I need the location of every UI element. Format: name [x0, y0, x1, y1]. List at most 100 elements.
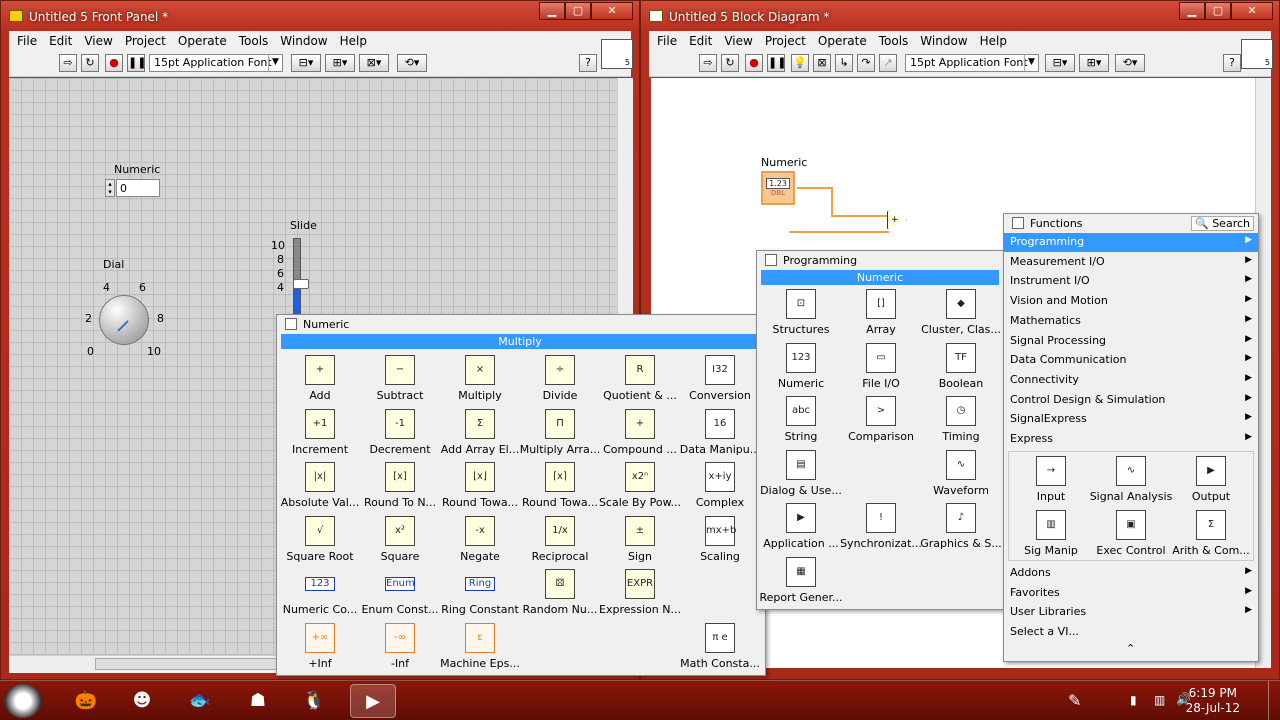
search-button[interactable]: 🔍 Search: [1191, 216, 1254, 231]
numeric-palette-item[interactable]: ± Sign: [600, 514, 680, 568]
start-button-icon[interactable]: [4, 684, 42, 718]
vi-icon[interactable]: 5: [601, 39, 633, 69]
pause-icon[interactable]: ❚❚: [127, 54, 146, 72]
menu-help[interactable]: Help: [334, 34, 373, 48]
close-button[interactable]: ✕: [1231, 2, 1273, 20]
menu-operate[interactable]: Operate: [812, 34, 873, 48]
menu-window[interactable]: Window: [914, 34, 973, 48]
numeric-palette-item[interactable]: ⌊x⌋ Round Towa...: [440, 460, 520, 514]
programming-palette-item[interactable]: ▭ File I/O: [841, 341, 921, 395]
functions-category-item[interactable]: Measurement I/O ▶: [1004, 253, 1258, 272]
slide-track[interactable]: [293, 238, 301, 318]
numeric-palette-item[interactable]: π e Math Consta...: [680, 621, 760, 675]
functions-category-item[interactable]: SignalExpress ▶: [1004, 410, 1258, 429]
dial-knob[interactable]: [99, 295, 149, 345]
numeric-control[interactable]: 0: [116, 179, 160, 197]
numeric-palette-item[interactable]: |x| Absolute Val...: [280, 460, 360, 514]
functions-category-item[interactable]: Data Communication ▶: [1004, 351, 1258, 370]
red-app-icon[interactable]: ☻: [124, 684, 160, 718]
menu-help[interactable]: Help: [974, 34, 1013, 48]
abort-icon[interactable]: ●: [745, 54, 763, 72]
step-out-icon[interactable]: ↗: [879, 54, 897, 72]
collapse-icon[interactable]: ⌃: [1126, 642, 1135, 655]
wire[interactable]: [789, 231, 889, 233]
maximize-button[interactable]: ▢: [565, 2, 591, 20]
numeric-palette-item[interactable]: x+iy Complex: [680, 460, 760, 514]
programming-palette-item[interactable]: ▦ Report Gener...: [760, 555, 843, 609]
functions-category-item[interactable]: Signal Processing ▶: [1004, 332, 1258, 351]
numeric-palette-item[interactable]: +∞ +Inf: [280, 621, 360, 675]
distribute-objects-icon[interactable]: ⊞▾: [1079, 54, 1109, 72]
resize-objects-icon[interactable]: ⊠▾: [359, 54, 389, 72]
functions-bottom-item[interactable]: Select a VI...: [1004, 623, 1258, 642]
programming-palette-item[interactable]: ▤ Dialog & Use...: [760, 448, 842, 502]
programming-palette-item[interactable]: ⊡ Structures: [761, 287, 841, 341]
menu-window[interactable]: Window: [274, 34, 333, 48]
functions-bottom-item[interactable]: Addons ▶: [1004, 564, 1258, 583]
show-desktop-button[interactable]: [1268, 681, 1280, 720]
palette-header[interactable]: Numeric: [277, 315, 765, 333]
numeric-palette-item[interactable]: ε Machine Eps...: [440, 621, 520, 675]
menu-file[interactable]: File: [11, 34, 43, 48]
align-objects-icon[interactable]: ⊟▾: [291, 54, 321, 72]
wire[interactable]: [831, 215, 887, 217]
fish-app-icon[interactable]: 🐟: [182, 684, 218, 718]
front-panel-titlebar[interactable]: Untitled 5 Front Panel * ▁ ▢ ✕: [1, 1, 639, 31]
express-palette-item[interactable]: ▣ Exec Control: [1091, 508, 1171, 562]
numeric-palette-item[interactable]: 16 Data Manipu...: [680, 407, 760, 461]
reorder-icon[interactable]: ⟲▾: [397, 54, 427, 72]
functions-bottom-item[interactable]: Favorites ▶: [1004, 584, 1258, 603]
numeric-palette-item[interactable]: [x] Round To N...: [360, 460, 440, 514]
font-select[interactable]: 15pt Application Font ▼: [149, 54, 283, 72]
run-continuously-icon[interactable]: ↻: [721, 54, 739, 72]
numeric-palette-item[interactable]: ÷ Divide: [520, 353, 600, 407]
functions-category-item[interactable]: Vision and Motion ▶: [1004, 292, 1258, 311]
numeric-palette-item[interactable]: + Compound ...: [600, 407, 680, 461]
numeric-stepper[interactable]: ▴ ▾: [105, 179, 115, 197]
functions-category-item[interactable]: Express ▶: [1004, 430, 1258, 449]
numeric-palette-item[interactable]: ⚄ Random Nu...: [520, 567, 600, 621]
express-palette-item[interactable]: ▥ Sig Manip: [1011, 508, 1091, 562]
vi-icon[interactable]: 5: [1241, 39, 1273, 69]
numeric-palette-item[interactable]: R Quotient & ...: [600, 353, 680, 407]
express-palette-item[interactable]: Σ Arith & Com...: [1171, 508, 1251, 562]
slide-thumb[interactable]: [293, 279, 309, 289]
numeric-palette-item[interactable]: Enum Enum Const...: [360, 567, 440, 621]
numeric-palette-item[interactable]: Σ Add Array El...: [440, 407, 520, 461]
programming-palette-item[interactable]: ▶ Application ...: [761, 501, 841, 555]
halloween-app-icon[interactable]: 🎃: [68, 684, 104, 718]
numeric-palette-item[interactable]: √ Square Root: [280, 514, 360, 568]
highlight-execution-icon[interactable]: 💡: [791, 54, 809, 72]
abort-icon[interactable]: ●: [105, 54, 123, 72]
menu-view[interactable]: View: [78, 34, 118, 48]
functions-category-item[interactable]: Mathematics ▶: [1004, 312, 1258, 331]
help-icon[interactable]: ?: [579, 54, 597, 72]
menu-operate[interactable]: Operate: [172, 34, 233, 48]
programming-palette-item[interactable]: ∿ Waveform: [921, 448, 1001, 502]
battery-icon[interactable]: ▮: [1130, 693, 1137, 707]
step-over-icon[interactable]: ↷: [857, 54, 875, 72]
run-icon[interactable]: ⇨: [59, 54, 77, 72]
align-objects-icon[interactable]: ⊟▾: [1045, 54, 1075, 72]
wire[interactable]: [831, 187, 833, 217]
menu-edit[interactable]: Edit: [683, 34, 718, 48]
numeric-palette-item[interactable]: mx+b Scaling: [680, 514, 760, 568]
express-palette-item[interactable]: → Input: [1011, 454, 1091, 508]
numeric-palette-item[interactable]: x2ⁿ Scale By Pow...: [599, 460, 681, 514]
numeric-palette-item[interactable]: -1 Decrement: [360, 407, 440, 461]
reorder-icon[interactable]: ⟲▾: [1115, 54, 1145, 72]
minimize-button[interactable]: ▁: [539, 2, 565, 20]
numeric-palette-item[interactable]: Ring Ring Constant: [440, 567, 520, 621]
numeric-palette-item[interactable]: ⌈x⌉ Round Towa...: [520, 460, 600, 514]
thumbtack-icon[interactable]: [765, 254, 777, 266]
penguin-app-icon[interactable]: 🐧: [296, 684, 332, 718]
palette-header[interactable]: Programming: [757, 251, 1003, 269]
numeric-palette-item[interactable]: -∞ -Inf: [360, 621, 440, 675]
numeric-palette-item[interactable]: EXPR Expression N...: [599, 567, 681, 621]
thumbtack-icon[interactable]: [285, 318, 297, 330]
menu-tools[interactable]: Tools: [233, 34, 275, 48]
numeric-palette-item[interactable]: + Add: [280, 353, 360, 407]
close-button[interactable]: ✕: [591, 2, 633, 20]
numeric-palette-item[interactable]: I32 Conversion: [680, 353, 760, 407]
functions-category-item[interactable]: Control Design & Simulation ▶: [1004, 391, 1258, 410]
